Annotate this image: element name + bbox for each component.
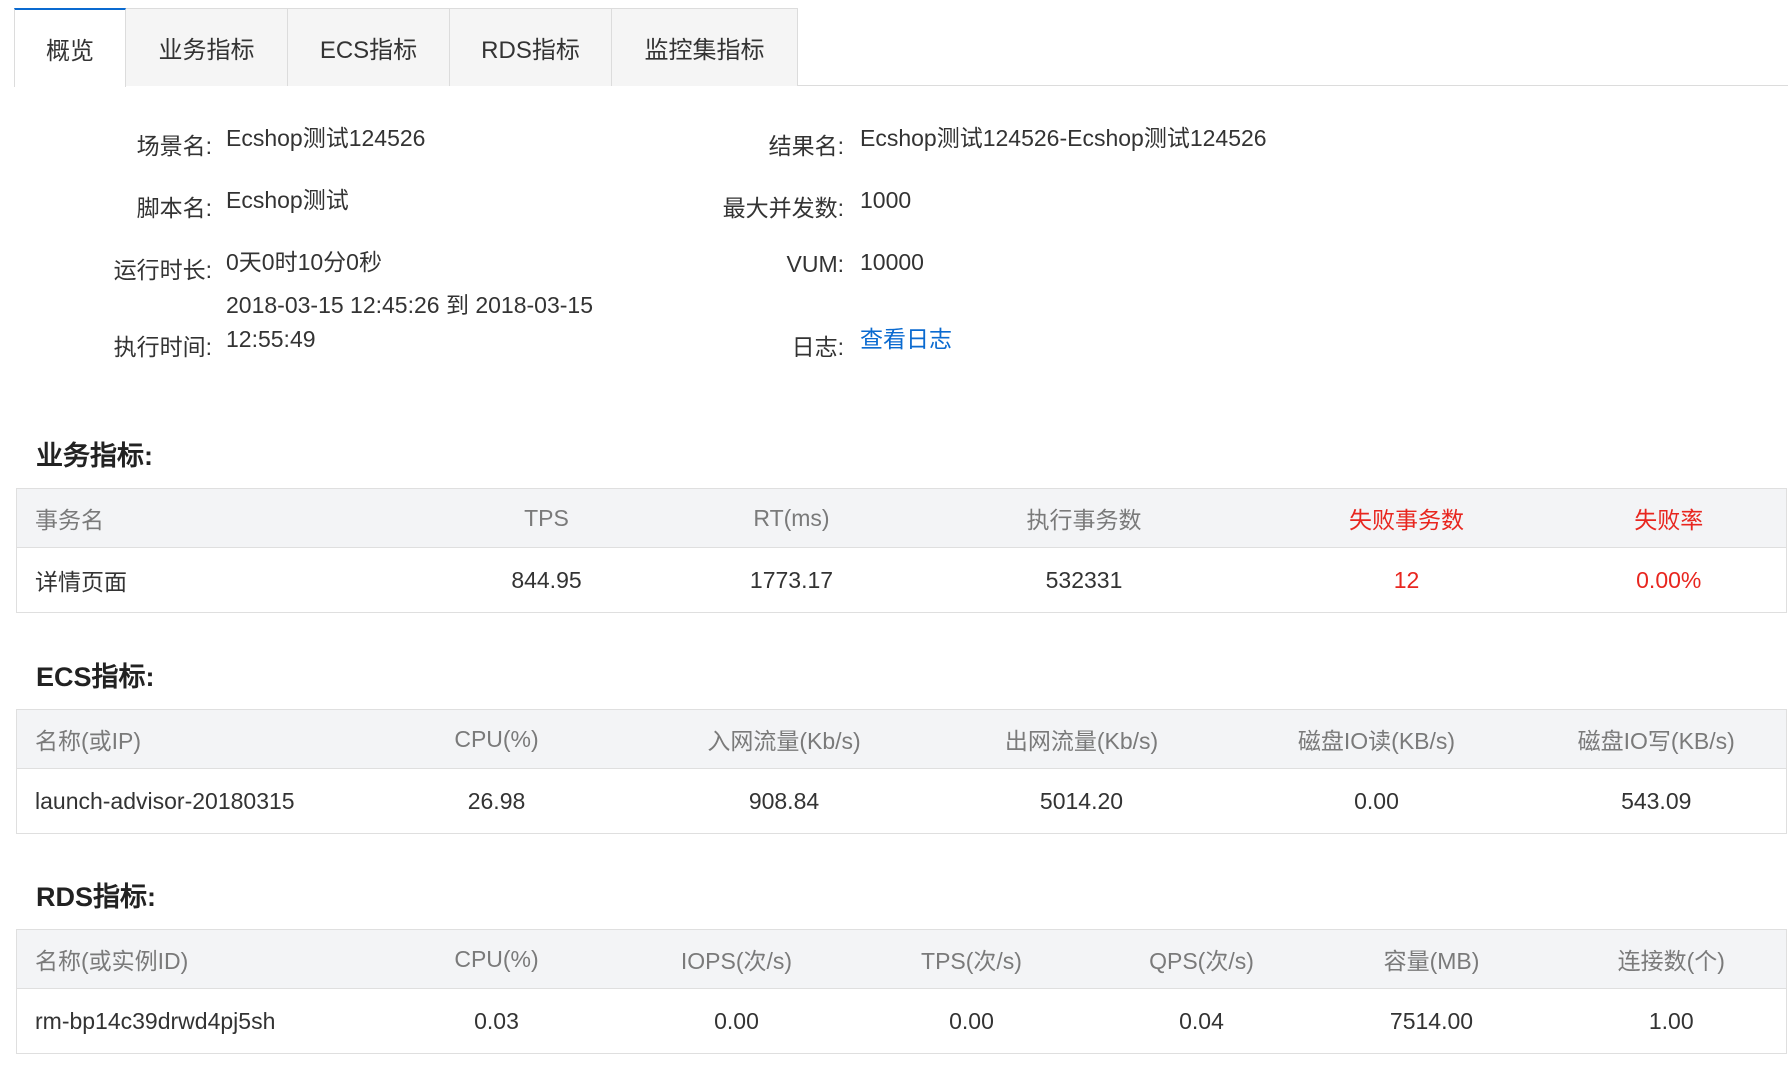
cell-qps: 0.04 [1096,988,1307,1054]
cell-failed-count: 12 [1261,547,1552,613]
cell-exec-count: 532331 [906,547,1262,613]
cell-name-ip: launch-advisor-20180315 [16,768,362,834]
col-rt: RT(ms) [676,488,907,548]
vum-value: 10000 [860,249,924,275]
scene-label: 场景名: [136,133,212,159]
cell-disk-read: 0.00 [1226,768,1527,834]
col-name-ip: 名称(或IP) [16,709,362,769]
col-failure-rate: 失败率 [1551,488,1787,548]
col-iops: IOPS(次/s) [626,929,847,989]
col-cpu: CPU(%) [366,929,627,989]
cell-failure-rate: 0.00% [1551,547,1787,613]
max-concurrency-value: 1000 [860,187,912,213]
col-transaction-name: 事务名 [16,488,417,548]
col-cpu: CPU(%) [361,709,632,769]
cell-capacity: 7514.00 [1306,988,1557,1054]
cell-connections: 1.00 [1556,988,1787,1054]
business-metrics-table: 事务名 TPS RT(ms) 执行事务数 失败事务数 失败率 详情页面 844.… [16,488,1787,613]
tab-rds-metrics[interactable]: RDS指标 [450,8,612,86]
ecs-metrics-title: ECS指标: [36,662,155,692]
col-name-instance: 名称(或实例ID) [16,929,367,989]
col-net-in: 入网流量(Kb/s) [631,709,937,769]
business-metrics-title: 业务指标: [36,441,153,471]
tab-overview[interactable]: 概览 [14,8,126,87]
exec-time-label: 执行时间: [113,334,212,360]
col-disk-read: 磁盘IO读(KB/s) [1226,709,1527,769]
col-failed-count: 失败事务数 [1261,488,1552,548]
table-row: launch-advisor-20180315 26.98 908.84 501… [16,768,1787,834]
log-label: 日志: [791,334,844,360]
table-row: rm-bp14c39drwd4pj5sh 0.03 0.00 0.00 0.04… [16,988,1787,1054]
result-label: 结果名: [768,133,844,159]
col-capacity: 容量(MB) [1306,929,1557,989]
rds-metrics-title: RDS指标: [36,882,156,912]
duration-label: 运行时长: [113,257,212,283]
cell-tps: 844.95 [416,547,677,613]
col-qps: QPS(次/s) [1096,929,1307,989]
cell-iops: 0.00 [626,988,847,1054]
tab-bar: 概览 业务指标 ECS指标 RDS指标 监控集指标 [14,8,1788,87]
cell-net-in: 908.84 [631,768,937,834]
script-label: 脚本名: [136,195,212,221]
cell-cpu: 0.03 [366,988,627,1054]
col-disk-write: 磁盘IO写(KB/s) [1526,709,1787,769]
cell-rt: 1773.17 [676,547,907,613]
tab-business-metrics[interactable]: 业务指标 [126,8,288,86]
max-concurrency-label: 最大并发数: [722,195,844,221]
cell-net-out: 5014.20 [936,768,1227,834]
col-tps: TPS(次/s) [846,929,1097,989]
table-header-row: 名称(或IP) CPU(%) 入网流量(Kb/s) 出网流量(Kb/s) 磁盘I… [16,709,1787,769]
table-header-row: 名称(或实例ID) CPU(%) IOPS(次/s) TPS(次/s) QPS(… [16,929,1787,989]
result-value: Ecshop测试124526-Ecshop测试124526 [860,125,1267,151]
col-connections: 连接数(个) [1556,929,1787,989]
table-row: 详情页面 844.95 1773.17 532331 12 0.00% [16,547,1787,613]
col-tps: TPS [416,488,677,548]
ecs-metrics-table: 名称(或IP) CPU(%) 入网流量(Kb/s) 出网流量(Kb/s) 磁盘I… [16,709,1787,834]
cell-tps: 0.00 [846,988,1097,1054]
view-log-link[interactable]: 查看日志 [860,322,952,356]
cell-cpu: 26.98 [361,768,632,834]
cell-transaction-name: 详情页面 [16,547,417,613]
tab-monitor-metrics[interactable]: 监控集指标 [612,8,798,86]
tab-ecs-metrics[interactable]: ECS指标 [288,8,450,86]
col-exec-count: 执行事务数 [906,488,1262,548]
cell-disk-write: 543.09 [1526,768,1787,834]
table-header-row: 事务名 TPS RT(ms) 执行事务数 失败事务数 失败率 [16,488,1787,548]
rds-metrics-table: 名称(或实例ID) CPU(%) IOPS(次/s) TPS(次/s) QPS(… [16,929,1787,1054]
vum-label: VUM: [786,251,845,277]
col-net-out: 出网流量(Kb/s) [936,709,1227,769]
cell-name-instance: rm-bp14c39drwd4pj5sh [16,988,367,1054]
